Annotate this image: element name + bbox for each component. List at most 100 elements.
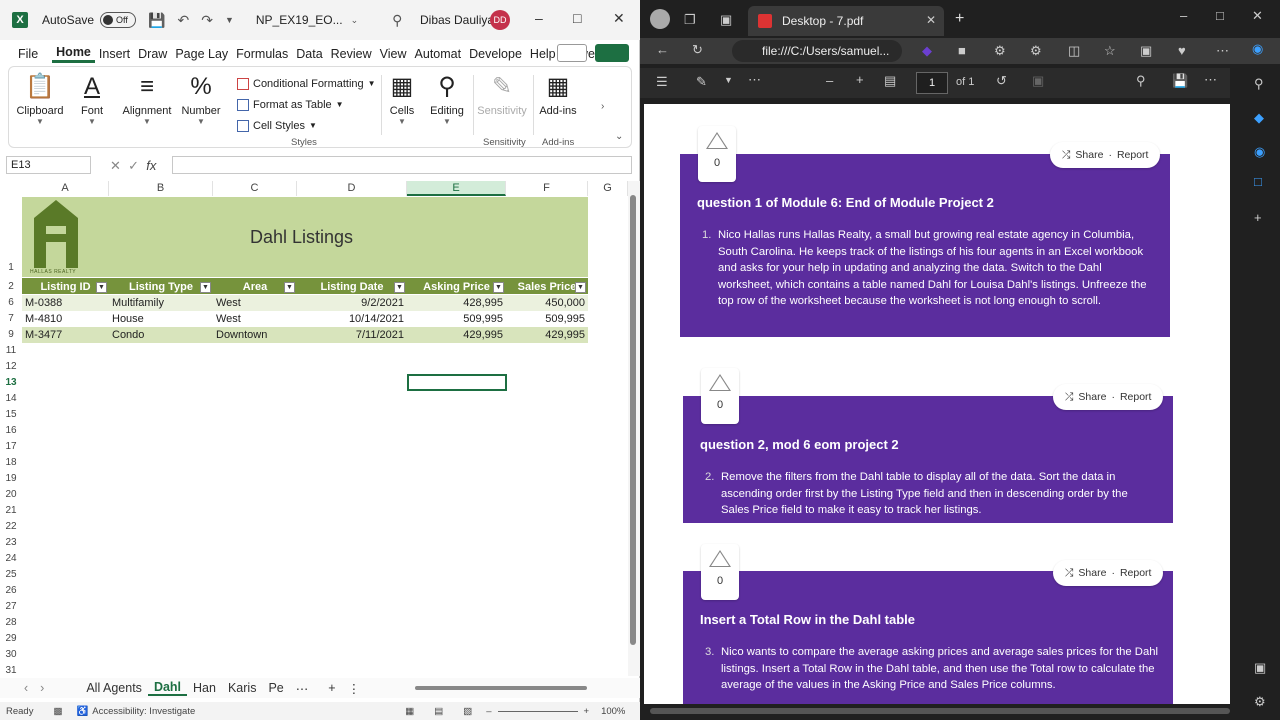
- zoom-out-icon[interactable]: –: [826, 73, 833, 88]
- filter-dropdown-icon[interactable]: ▼: [493, 282, 504, 293]
- cells-button[interactable]: ▦ Cells ▼: [385, 71, 419, 126]
- add-sidebar-app-icon[interactable]: +: [1254, 210, 1262, 225]
- row-header[interactable]: 16: [0, 425, 22, 436]
- cell-asking-price[interactable]: 428,995: [407, 295, 506, 311]
- report-link[interactable]: Report: [1120, 567, 1152, 579]
- filter-active-icon[interactable]: ▼: [284, 282, 295, 293]
- row-header[interactable]: 29: [0, 633, 22, 644]
- clipboard-button[interactable]: 📋 Clipboard ▼: [15, 71, 65, 126]
- close-icon[interactable]: ✕: [1252, 8, 1263, 24]
- horizontal-scrollbar[interactable]: [415, 686, 587, 690]
- tab-review[interactable]: Review: [327, 47, 376, 61]
- tab-draw[interactable]: Draw: [134, 47, 171, 61]
- cell-asking-price[interactable]: 429,995: [407, 327, 506, 343]
- prev-sheet-icon[interactable]: ‹: [18, 681, 34, 695]
- extension-icon[interactable]: ◆: [922, 43, 932, 59]
- sheet-tab-dahl[interactable]: Dahl: [147, 680, 188, 696]
- report-link[interactable]: Report: [1117, 149, 1149, 161]
- zoom-level[interactable]: 100%: [601, 706, 625, 717]
- tab-file[interactable]: File: [14, 47, 42, 61]
- avatar[interactable]: DD: [490, 10, 510, 30]
- enter-icon[interactable]: ✓: [128, 158, 139, 173]
- row-header[interactable]: 12: [0, 361, 22, 372]
- share-link[interactable]: Share: [1078, 391, 1106, 403]
- sheet-tab-all-agents[interactable]: All Agents: [80, 681, 148, 695]
- accessibility-status[interactable]: Accessibility: Investigate: [92, 706, 195, 717]
- maximize-icon[interactable]: □: [1216, 8, 1224, 23]
- new-tab-icon[interactable]: +: [955, 10, 964, 28]
- row-header[interactable]: 31: [0, 665, 22, 676]
- copilot-icon[interactable]: ◉: [1252, 41, 1263, 57]
- column-header-b[interactable]: B: [109, 181, 213, 196]
- ribbon-collapse-icon[interactable]: ⌄: [615, 131, 623, 142]
- undo-icon[interactable]: ↶: [177, 12, 189, 29]
- cell-area[interactable]: West: [213, 311, 297, 327]
- column-header-c[interactable]: C: [213, 181, 297, 196]
- collections-icon[interactable]: ▣: [1140, 43, 1152, 59]
- autosave-toggle[interactable]: Off: [100, 12, 137, 28]
- cell-styles-button[interactable]: Cell Styles ▼: [237, 115, 376, 136]
- maximize-icon[interactable]: □: [573, 10, 581, 26]
- search-icon[interactable]: ⚲: [1254, 76, 1264, 92]
- cell-listing-type[interactable]: House: [109, 311, 213, 327]
- more-menu-icon[interactable]: ⋯: [1216, 43, 1229, 59]
- cell-sales-price[interactable]: 509,995: [506, 311, 588, 327]
- redo-icon[interactable]: ↷: [201, 12, 213, 29]
- row-header[interactable]: 26: [0, 585, 22, 596]
- filter-dropdown-icon[interactable]: ▼: [575, 282, 586, 293]
- comments-button[interactable]: [557, 44, 587, 62]
- tab-insert[interactable]: Insert: [95, 47, 134, 61]
- customize-qat-icon[interactable]: ▼: [225, 15, 234, 25]
- scroll-thumb[interactable]: [630, 195, 636, 645]
- horizontal-scrollbar[interactable]: [650, 708, 1230, 714]
- cell-listing-type[interactable]: Condo: [109, 327, 213, 343]
- cancel-icon[interactable]: ✕: [110, 158, 121, 173]
- tab-developer[interactable]: Develope: [465, 47, 526, 61]
- workspaces-icon[interactable]: ❐: [684, 12, 696, 28]
- tab-help[interactable]: Help: [526, 47, 560, 61]
- share-icon[interactable]: ⤮: [1065, 391, 1073, 404]
- upvote-icon[interactable]: [709, 550, 731, 567]
- zoom-in-icon[interactable]: +: [584, 706, 590, 717]
- filter-dropdown-icon[interactable]: ▼: [394, 282, 405, 293]
- shopping-icon[interactable]: ◉: [1254, 144, 1265, 160]
- search-icon[interactable]: ⚲: [1136, 73, 1146, 89]
- column-header-a[interactable]: A: [22, 181, 109, 196]
- close-tab-icon[interactable]: ✕: [926, 13, 936, 27]
- row-header[interactable]: 25: [0, 569, 22, 580]
- back-icon[interactable]: ←: [656, 42, 669, 57]
- vertical-scrollbar[interactable]: [628, 181, 640, 676]
- column-header-e[interactable]: E: [407, 181, 506, 196]
- row-header[interactable]: 2: [0, 281, 22, 292]
- page-layout-icon[interactable]: ▤: [434, 706, 443, 717]
- share-link[interactable]: Share: [1075, 149, 1103, 161]
- conditional-formatting-button[interactable]: Conditional Formatting ▼: [237, 73, 376, 94]
- row-header[interactable]: 23: [0, 537, 22, 548]
- row-header[interactable]: 11: [0, 345, 22, 356]
- row-header[interactable]: 17: [0, 441, 22, 452]
- next-sheet-icon[interactable]: ›: [34, 681, 50, 695]
- cell-area[interactable]: West: [213, 295, 297, 311]
- header-listing-date[interactable]: Listing Date: [297, 279, 407, 295]
- zoom-in-icon[interactable]: +: [856, 72, 864, 87]
- accessibility-icon[interactable]: ♿: [76, 706, 88, 717]
- settings-icon[interactable]: ⚙: [1254, 694, 1266, 710]
- filter-dropdown-icon[interactable]: ▼: [200, 282, 211, 293]
- page-number-input[interactable]: 1: [916, 72, 948, 94]
- selected-cell-e13[interactable]: [407, 374, 507, 391]
- rotate-icon[interactable]: ↺: [996, 73, 1007, 89]
- font-button[interactable]: A Font ▼: [71, 71, 113, 126]
- tag-icon[interactable]: ◆: [1254, 110, 1264, 126]
- search-icon[interactable]: ⚲: [392, 12, 402, 29]
- chevron-down-icon[interactable]: ▼: [724, 75, 733, 85]
- refresh-icon[interactable]: ↻: [692, 42, 703, 58]
- alignment-button[interactable]: ≡ Alignment ▼: [119, 71, 175, 126]
- filter-dropdown-icon[interactable]: ▼: [96, 282, 107, 293]
- favorite-icon[interactable]: ☆: [1104, 43, 1116, 59]
- row-header[interactable]: 19: [0, 473, 22, 484]
- share-icon[interactable]: ⤮: [1065, 567, 1073, 580]
- performance-icon[interactable]: ♥: [1178, 43, 1186, 58]
- cell-listing-id[interactable]: M-4810: [22, 311, 109, 327]
- row-header[interactable]: 24: [0, 553, 22, 564]
- column-header-f[interactable]: F: [506, 181, 588, 196]
